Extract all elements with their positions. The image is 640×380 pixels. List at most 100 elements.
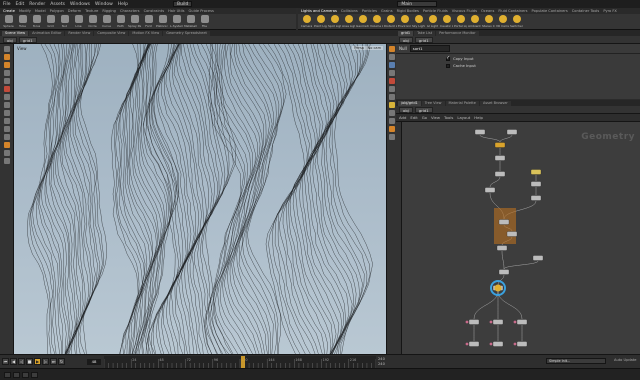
shelf-tab[interactable]: Model <box>35 9 46 13</box>
timeline-ruler[interactable]: 24487296120144168192216 <box>104 356 376 368</box>
network-menu-tools[interactable]: Tools <box>444 115 453 120</box>
path-grid1[interactable]: grid1 <box>18 36 37 43</box>
path-grid1[interactable]: grid1 <box>414 36 433 43</box>
sop-node[interactable] <box>474 129 486 135</box>
shaded-icon[interactable] <box>388 62 395 68</box>
network-box[interactable] <box>494 208 516 244</box>
shelf-tool-button[interactable]: Distant Light <box>384 15 397 28</box>
select-tool-icon[interactable] <box>3 46 10 52</box>
display-node-icon[interactable] <box>494 284 502 292</box>
shelf-tool-button[interactable]: Line <box>72 15 85 28</box>
sop-node[interactable] <box>494 155 506 161</box>
shelf-tab[interactable]: Container Tools <box>572 9 600 13</box>
shelf-tab[interactable]: Rigging <box>102 9 116 13</box>
lighting-icon[interactable] <box>388 102 395 108</box>
menu-file[interactable]: File <box>3 2 11 7</box>
brush-tool-icon[interactable] <box>3 94 10 100</box>
build-selector[interactable]: Build <box>173 1 193 7</box>
shelf-tool-button[interactable]: Metaball <box>184 15 197 28</box>
render-region-icon[interactable] <box>3 110 10 116</box>
sop-node[interactable] <box>494 171 506 177</box>
key-icon[interactable] <box>4 372 11 378</box>
node-name-field[interactable]: sort1 <box>409 45 450 52</box>
menu-window[interactable]: Window <box>95 2 113 7</box>
copy-input-checkbox[interactable]: Copy Input <box>446 55 640 61</box>
template-icon[interactable] <box>388 94 395 100</box>
shelf-tool-button[interactable]: Ambient Light <box>468 15 481 28</box>
shelf-tool-button[interactable]: Null <box>58 15 71 28</box>
go-end-icon[interactable]: ⏭ <box>50 358 57 365</box>
shelf-tool-button[interactable]: L-System <box>170 15 183 28</box>
sop-node[interactable] <box>516 319 528 325</box>
key-icon[interactable] <box>31 372 38 378</box>
shelf-tool-button[interactable]: Path <box>114 15 127 28</box>
camera-icon[interactable] <box>3 158 10 164</box>
background-icon[interactable] <box>388 110 395 116</box>
display-options-icon[interactable] <box>3 142 10 148</box>
shelf-tool-button[interactable]: VR Camera <box>496 15 509 28</box>
shelf-tool-button[interactable]: Grid <box>44 15 57 28</box>
shelf-tool-button[interactable]: Point Light <box>314 15 327 28</box>
step-back-icon[interactable]: ◀ <box>10 358 17 365</box>
shelf-tool-button[interactable]: Tube <box>16 15 29 28</box>
sop-node[interactable] <box>506 231 518 237</box>
network-menu-edit[interactable]: Edit <box>410 115 417 120</box>
path-obj[interactable]: obj <box>399 36 413 43</box>
shelf-tab[interactable]: Pyro FX <box>603 9 617 13</box>
shelf-tab[interactable]: Create <box>3 9 15 13</box>
desktop-selector[interactable]: Main <box>397 1 438 7</box>
shelf-tab[interactable]: Particles <box>362 9 377 13</box>
shelf-tool-button[interactable]: Stereo Camera <box>482 15 495 28</box>
shelf-tab[interactable]: Deform <box>68 9 81 13</box>
sop-node[interactable] <box>506 129 518 135</box>
shelf-tool-button[interactable]: Volume Light <box>370 15 383 28</box>
sop-node[interactable] <box>498 219 510 225</box>
key-icon[interactable] <box>13 372 20 378</box>
shelf-tab[interactable]: Guide Process <box>189 9 214 13</box>
visibility-icon[interactable] <box>3 134 10 140</box>
handle-tool-icon[interactable] <box>3 54 10 60</box>
path-grid1[interactable]: grid1 <box>414 106 433 113</box>
grid-icon[interactable] <box>3 150 10 156</box>
sop-node[interactable] <box>532 255 544 261</box>
shelf-tab[interactable]: Polygon <box>50 9 64 13</box>
sop-node[interactable] <box>498 269 510 275</box>
sop-node[interactable] <box>516 341 528 347</box>
display-menu[interactable]: No cam <box>365 46 383 50</box>
sop-node[interactable] <box>492 341 504 347</box>
sop-node[interactable] <box>484 187 496 193</box>
sop-node[interactable] <box>530 169 542 175</box>
shelf-tab[interactable]: Rigid Bodies <box>397 9 419 13</box>
shelf-tool-button[interactable]: File <box>198 15 211 28</box>
path-obj[interactable]: obj <box>3 36 17 43</box>
node-flag-icon[interactable] <box>465 320 469 324</box>
sop-node[interactable] <box>530 181 542 187</box>
points-icon[interactable] <box>388 70 395 76</box>
wireframe-icon[interactable] <box>388 54 395 60</box>
shelf-tab[interactable]: Viscous Fluids <box>452 9 477 13</box>
shelf-tool-button[interactable]: Circle <box>86 15 99 28</box>
shelf-tool-button[interactable]: GI Light <box>426 15 439 28</box>
shelf-tool-button[interactable]: Platonic Solids <box>156 15 169 28</box>
sop-node[interactable] <box>530 195 542 201</box>
loop-icon[interactable]: ↻ <box>58 358 65 365</box>
shelf-tab[interactable]: Characters <box>120 9 140 13</box>
node-flag-icon[interactable] <box>513 320 517 324</box>
playhead[interactable] <box>241 356 245 368</box>
sop-node[interactable] <box>496 245 508 251</box>
shelf-tool-button[interactable]: Font <box>142 15 155 28</box>
shelf-tool-button[interactable]: Camera <box>300 15 313 28</box>
camera-menu[interactable]: Persp <box>352 46 366 50</box>
menu-windows[interactable]: Windows <box>70 2 90 7</box>
shelf-tab[interactable]: Grains <box>381 9 393 13</box>
shelf-tab[interactable]: Particle Fluids <box>423 9 448 13</box>
network-editor[interactable]: Geometry <box>402 122 640 354</box>
normals-icon[interactable] <box>388 78 395 84</box>
shelf-tab[interactable]: Lights and Cameras <box>301 9 337 13</box>
key-icon[interactable] <box>22 372 29 378</box>
sop-node[interactable] <box>468 341 480 347</box>
menu-help[interactable]: Help <box>118 2 128 7</box>
move-tool-icon[interactable] <box>3 62 10 68</box>
shelf-tool-button[interactable]: Area Light <box>342 15 355 28</box>
range-end[interactable]: 240 <box>378 362 385 367</box>
